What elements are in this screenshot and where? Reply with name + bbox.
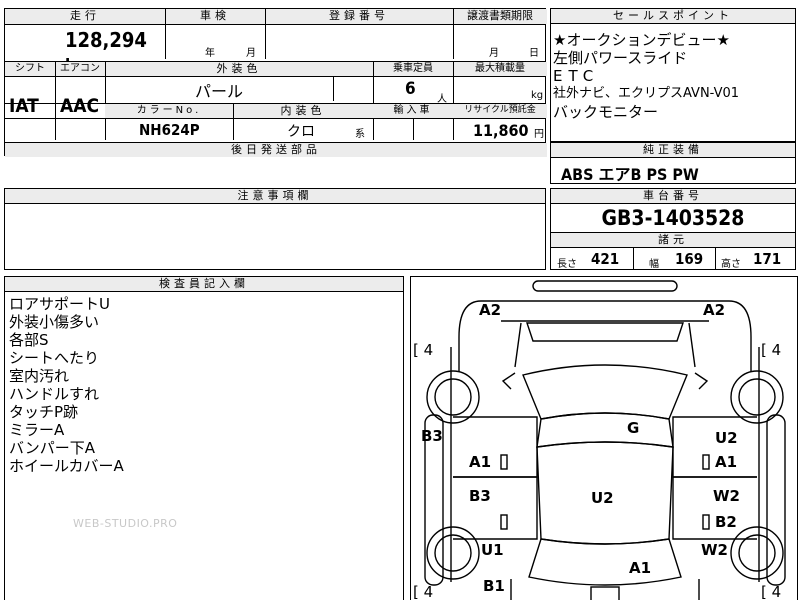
left-front-door [453, 416, 538, 478]
damage-diagram-panel: A2 A2 [ 4 [ 4 B3 A1 B3 U1 B1 G U2 U2 A1 … [410, 276, 798, 600]
max-load-unit: kg [531, 90, 544, 101]
label-left-rear-fender: U1 [481, 541, 504, 559]
inspector-note: ロアサポートU [9, 295, 110, 313]
sales-point-item: 左側パワースライド [553, 49, 688, 67]
length-value: 421 [591, 250, 620, 268]
capacity-header: 乗車定員 [373, 62, 453, 76]
width-value: 169 [675, 250, 704, 268]
label-front-right: A2 [703, 301, 726, 319]
inspector-notes-panel: 検査員記入欄 ロアサポートU 外装小傷多い 各部S シートへたり 室内汚れ ハン… [4, 276, 404, 600]
watermark: WEB-STUDIO.PRO [73, 517, 178, 530]
label-left-rear-door: B3 [469, 487, 491, 505]
equipment-header: 純正装備 [551, 143, 795, 158]
label-front-left: A2 [479, 301, 502, 319]
transfer-deadline-header: 譲渡書類期限 [453, 9, 547, 24]
interior-color-value: クロ [287, 124, 315, 140]
interior-color-header: 内装色 [233, 104, 373, 118]
inspector-note: ミラーA [9, 421, 65, 439]
color-no-header: カラーNo. [105, 104, 233, 118]
later-parts-header: 後日発送部品 [5, 143, 547, 157]
import-header: 輸入車 [373, 104, 453, 118]
label-left-front-door: A1 [469, 453, 492, 471]
inspector-note: シートへたり [9, 349, 100, 367]
label-right-rear-fender: W2 [701, 541, 728, 559]
label-tire-fr: [ 4 [761, 341, 782, 359]
inspector-note: ハンドルすれ [9, 385, 100, 403]
inspector-note: 各部S [9, 331, 49, 349]
transfer-day-unit: 日 [529, 48, 539, 59]
sales-points-header: セールスポイント [551, 9, 795, 24]
sales-point-item: ★オークションデビュー★ [553, 31, 730, 49]
aircon-value: AAC [60, 95, 100, 117]
inspector-header: 検査員記入欄 [5, 277, 403, 292]
recycle-unit: 円 [534, 129, 544, 140]
specs-header: 諸元 [551, 232, 795, 248]
sales-point-item: バックモニター [553, 103, 659, 121]
inspection-header: 車検 [165, 9, 265, 24]
label-center: U2 [591, 489, 614, 507]
front-bumper-bar [532, 280, 678, 292]
label-right-rear-door-top: W2 [713, 487, 740, 505]
vehicle-info-table: 走行 車検 登録番号 譲渡書類期限 128,294 km 年 月 月 日 シフト… [4, 8, 547, 157]
equipment-value: ABS エアB PS PW [561, 165, 699, 184]
shift-header: シフト [5, 62, 55, 76]
label-left-rear-bottom: B1 [483, 577, 505, 595]
transfer-month-unit: 月 [489, 48, 499, 59]
exterior-color-value: パール [194, 82, 243, 101]
mileage-value: 128,294 [65, 28, 147, 52]
label-tire-rl: [ 4 [413, 583, 434, 600]
recycle-value: 11,860 [473, 121, 529, 140]
inspector-note: タッチP跡 [9, 403, 79, 421]
inspector-note: 室内汚れ [9, 367, 70, 385]
inspection-month-unit: 月 [246, 48, 256, 59]
registration-header: 登録番号 [265, 9, 453, 24]
chassis-value: GB3-1403528 [601, 206, 745, 230]
sales-points-panel: セールスポイント ★オークションデビュー★ 左側パワースライド ETC 社外ナビ… [550, 8, 796, 142]
label-tire-rr: [ 4 [761, 583, 782, 600]
label-right-front-door-top: U2 [715, 429, 738, 447]
label-roof: G [627, 419, 640, 437]
windshield [522, 364, 688, 420]
mileage-header: 走行 [5, 9, 165, 24]
color-no-value: NH624P [139, 121, 200, 139]
chassis-header: 車台番号 [551, 189, 795, 204]
inspector-note: 外装小傷多い [9, 313, 100, 331]
label-right-front-door-bottom: A1 [715, 453, 738, 471]
inspector-note: ホイールカバーA [9, 457, 124, 475]
label-right-rear-door-bottom: B2 [715, 513, 737, 531]
sales-point-item: 社外ナビ、エクリプスAVN-V01 [553, 86, 740, 101]
interior-color-suffix: 系 [355, 129, 365, 140]
rear-window [528, 538, 682, 586]
height-label: 高さ [721, 259, 741, 270]
sales-point-item: ETC [553, 67, 600, 85]
length-label: 長さ [557, 259, 577, 270]
shift-value: IAT [9, 95, 39, 117]
capacity-unit: 人 [437, 94, 447, 105]
notes-header: 注意事項欄 [5, 189, 545, 204]
height-value: 171 [753, 250, 782, 268]
equipment-panel: 純正装備 ABS エアB PS PW [550, 142, 796, 184]
inspector-note: バンパー下A [9, 439, 96, 457]
inspection-year-unit: 年 [205, 48, 215, 59]
notes-panel: 注意事項欄 [4, 188, 546, 270]
aircon-header: エアコン [55, 62, 105, 76]
recycle-header: リサイクル預託金 [453, 104, 547, 118]
exterior-color-header: 外装色 [105, 62, 373, 76]
width-label: 幅 [649, 259, 659, 270]
grille-outline [526, 322, 684, 342]
label-rear: A1 [629, 559, 652, 577]
capacity-value: 6 [405, 79, 416, 99]
label-tire-fl: [ 4 [413, 341, 434, 359]
max-load-header: 最大積載量 [453, 62, 547, 76]
car-diagram [424, 280, 786, 600]
chassis-panel: 車台番号 GB3-1403528 諸元 長さ 421 幅 169 高さ 171 [550, 188, 796, 270]
label-left-front-fender: B3 [421, 427, 443, 445]
